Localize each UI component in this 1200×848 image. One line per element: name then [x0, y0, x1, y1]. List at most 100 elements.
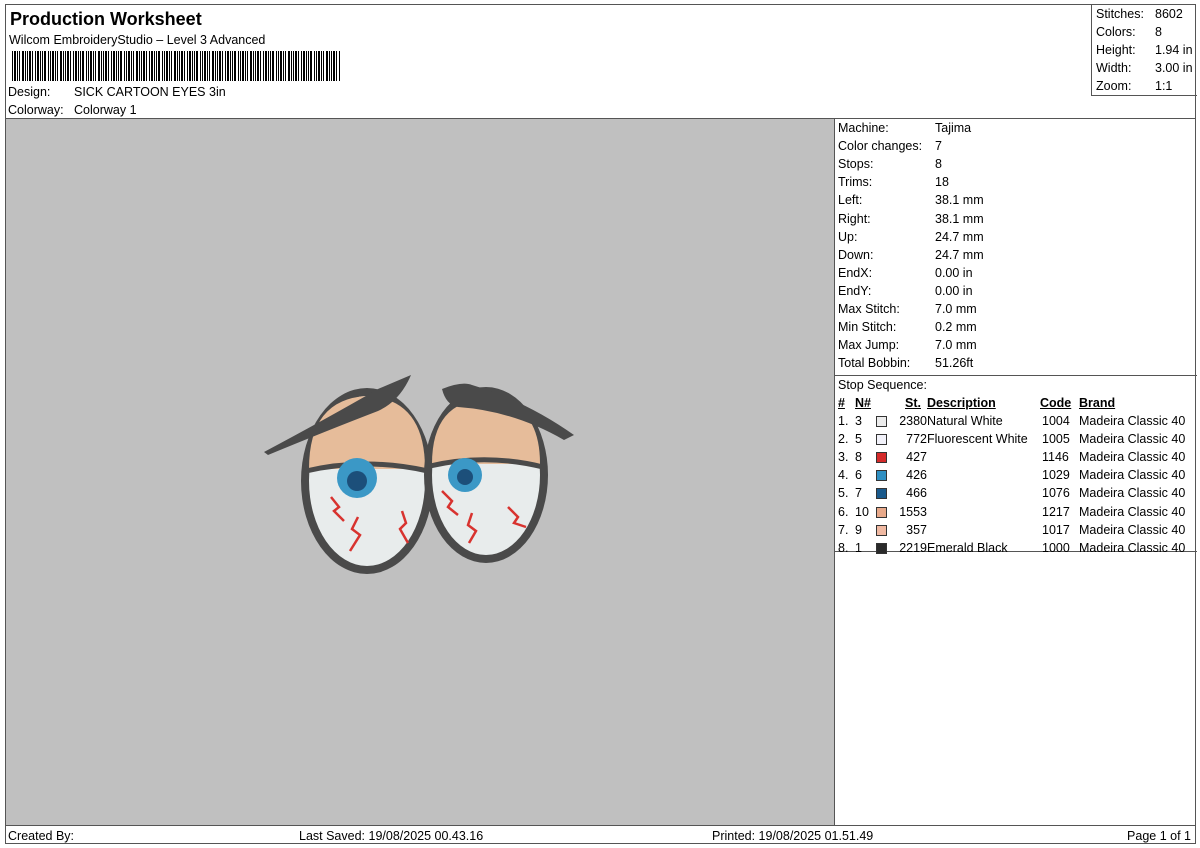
header-code: Code: [1040, 396, 1072, 410]
barcode-bar: [222, 51, 223, 81]
barcode-bar: [162, 51, 163, 81]
barcode-bar: [50, 51, 51, 81]
header-needle: N#: [855, 396, 871, 410]
stitch-count: 1553: [899, 504, 927, 519]
barcode-bar: [95, 51, 96, 81]
barcode-bar: [212, 51, 214, 81]
barcode-bar: [329, 51, 330, 81]
thread-code: 1005: [1042, 432, 1070, 447]
machine-value: 0.00 in: [935, 283, 973, 298]
barcode-bar: [57, 51, 58, 81]
barcode-bar: [19, 51, 20, 81]
design-label: Design:: [8, 85, 51, 99]
machine-info: Machine: Tajima Color changes: 7 Stops: 8 Trim…: [835, 119, 1197, 376]
barcode-bar: [25, 51, 26, 81]
barcode-bar: [88, 51, 89, 81]
barcode-bar: [158, 51, 160, 81]
machine-value: 38.1 mm: [935, 193, 984, 208]
barcode-bar: [14, 51, 16, 81]
barcode-bar: [136, 51, 138, 81]
barcode-bar: [154, 51, 155, 81]
created-by: Created By:: [8, 829, 75, 843]
barcode-bar: [207, 51, 208, 81]
barcode-bar: [200, 51, 201, 81]
design-preview: [6, 119, 835, 825]
summary-label: Width:: [1096, 61, 1132, 75]
barcode-bar: [70, 51, 71, 81]
color-swatch: [876, 488, 887, 500]
thread-brand: Madeira Classic 40: [1079, 540, 1186, 555]
barcode-bar: [12, 51, 13, 81]
thread-brand: Madeira Classic 40: [1079, 522, 1186, 537]
machine-value: 38.1 mm: [935, 211, 984, 226]
barcode-bar: [230, 51, 231, 81]
barcode-bar: [55, 51, 56, 81]
barcode-bar: [37, 51, 39, 81]
barcode-bar: [63, 51, 64, 81]
machine-label: Left:: [838, 193, 863, 208]
barcode-bar: [184, 51, 185, 81]
barcode-bar: [105, 51, 107, 81]
barcode-bar: [48, 51, 49, 81]
barcode-bar: [339, 51, 340, 81]
thread-code: 1029: [1042, 468, 1070, 483]
barcode-bar: [318, 51, 320, 81]
barcode-bar: [250, 51, 252, 81]
machine-value: 0.00 in: [935, 265, 973, 280]
thread-code: 1146: [1042, 450, 1069, 465]
barcode-bar: [35, 51, 36, 81]
barcode-bar: [177, 51, 178, 81]
barcode-bar: [204, 51, 206, 81]
stop-row: 8. 1 2219 Emerald Black 1000 Madeira Classic …: [835, 541, 1197, 559]
barcode-bar: [326, 51, 328, 81]
stop-row: 4. 6 426 1029 Madeira Classic 40: [835, 468, 1197, 486]
machine-label: Total Bobbin:: [838, 356, 911, 371]
machine-label: Down:: [838, 247, 874, 262]
needle-num: 6: [855, 468, 862, 483]
barcode-bar: [149, 51, 150, 81]
barcode-bar: [298, 51, 299, 81]
machine-value: 7.0 mm: [935, 338, 977, 353]
barcode-bar: [217, 51, 218, 81]
color-swatch: [876, 416, 887, 427]
stitch-count: 426: [906, 468, 927, 483]
barcode-bar: [40, 51, 41, 81]
barcode-bar: [187, 51, 188, 81]
barcode-bar: [333, 51, 335, 81]
thread-brand: Madeira Classic 40: [1079, 468, 1186, 483]
summary-label: Height:: [1096, 43, 1136, 57]
barcode-bar: [80, 51, 81, 81]
barcode-bar: [32, 51, 33, 81]
barcode-bar: [116, 51, 117, 81]
barcode-bar: [52, 51, 54, 81]
machine-value: Tajima: [935, 121, 972, 135]
header-stitches: St.: [905, 396, 921, 410]
color-swatch: [876, 506, 887, 518]
barcode-bar: [293, 51, 294, 81]
barcode-bar: [194, 51, 195, 81]
barcode-bar: [270, 51, 271, 81]
thread-brand: Madeira Classic 40: [1079, 432, 1186, 447]
summary-value: 8: [1155, 25, 1162, 39]
colorway-row: Colorway: Colorway 1: [8, 103, 137, 117]
barcode-bar: [291, 51, 292, 81]
machine-label: Stops:: [838, 157, 874, 172]
barcode-bar: [240, 51, 241, 81]
barcode-bar: [265, 51, 267, 81]
summary-label: Zoom:: [1096, 79, 1132, 93]
stitch-count: 2219: [899, 540, 927, 555]
barcode-bar: [166, 51, 168, 81]
printed-date: Printed: 19/08/2025 01.51.49: [712, 829, 874, 843]
barcode-bar: [247, 51, 248, 81]
thread-description: Emerald Black: [927, 540, 1008, 555]
stop-num: 2.: [838, 432, 849, 447]
barcode-bar: [238, 51, 239, 81]
barcode-bar: [268, 51, 269, 81]
barcode-bar: [169, 51, 170, 81]
barcode-bar: [111, 51, 112, 81]
stitch-count: 357: [906, 522, 927, 537]
page-title: Production Worksheet: [10, 9, 202, 29]
machine-value: 7.0 mm: [935, 302, 977, 316]
barcode-bar: [276, 51, 277, 81]
barcode-bar: [98, 51, 100, 81]
